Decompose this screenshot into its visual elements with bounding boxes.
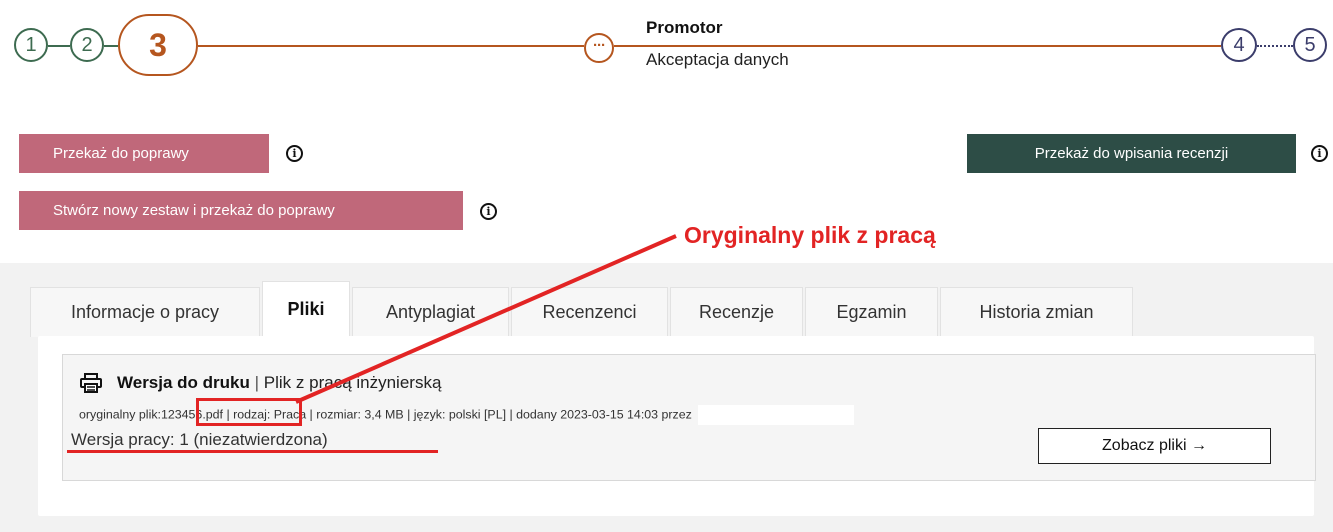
tab-reviews[interactable]: Recenzje (670, 287, 803, 337)
stepper-connector (104, 45, 118, 47)
stepper-connector-dotted (1257, 45, 1293, 47)
file-version-type: Wersja do druku (117, 373, 250, 392)
new-set-return-button[interactable]: Stwórz nowy zestaw i przekaż do poprawy (19, 191, 463, 230)
stepper-connector (48, 45, 70, 47)
separator: | (254, 373, 260, 392)
stepper-connector (614, 45, 1221, 47)
annotation-highlight-box (196, 398, 302, 426)
annotation-label: Oryginalny plik z pracą (684, 222, 936, 248)
progress-stepper: 1 2 3 ··· 4 5 Promotor Akceptacja danych (0, 0, 1333, 95)
annotation-underline (67, 450, 438, 453)
tab-history[interactable]: Historia zmian (940, 287, 1133, 337)
stage-name: Akceptacja danych (646, 50, 789, 69)
file-title: Wersja do druku | Plik z pracą inżyniers… (117, 373, 441, 393)
send-for-review-button[interactable]: Przekaż do wpisania recenzji (967, 134, 1296, 173)
step-5-label: 5 (1304, 33, 1316, 56)
info-icon[interactable]: i (286, 145, 303, 162)
redacted-author (697, 405, 854, 425)
step-3-label: 3 (149, 26, 167, 63)
see-files-button[interactable]: Zobacz pliki → (1038, 428, 1271, 464)
step-2-label: 2 (81, 33, 93, 56)
step-2[interactable]: 2 (70, 28, 104, 62)
more-dots-icon: ··· (593, 37, 606, 54)
tab-info[interactable]: Informacje o pracy (30, 287, 260, 337)
step-1[interactable]: 1 (14, 28, 48, 62)
info-icon[interactable]: i (480, 203, 497, 220)
info-icon[interactable]: i (1311, 145, 1328, 162)
tab-files[interactable]: Pliki (262, 281, 350, 337)
stepper-connector (198, 45, 584, 47)
step-3-current[interactable]: 3 (118, 14, 198, 76)
tab-reviewers[interactable]: Recenzenci (511, 287, 668, 337)
tab-exam[interactable]: Egzamin (805, 287, 938, 337)
return-for-fix-button[interactable]: Przekaż do poprawy (19, 134, 269, 173)
step-4[interactable]: 4 (1221, 28, 1257, 62)
step-4-label: 4 (1233, 33, 1245, 56)
current-substep-dots: ··· (584, 33, 614, 63)
stage-role: Promotor (646, 18, 723, 37)
tab-antiplagiarism[interactable]: Antyplagiat (352, 287, 509, 337)
file-version-status: Wersja pracy: 1 (niezatwierdzona) (71, 430, 328, 449)
meta-prefix: oryginalny plik: (79, 407, 161, 422)
step-1-label: 1 (25, 33, 37, 56)
printer-icon (80, 373, 102, 393)
step-5[interactable]: 5 (1293, 28, 1327, 62)
file-subtitle: Plik z pracą inżynierską (263, 373, 442, 392)
